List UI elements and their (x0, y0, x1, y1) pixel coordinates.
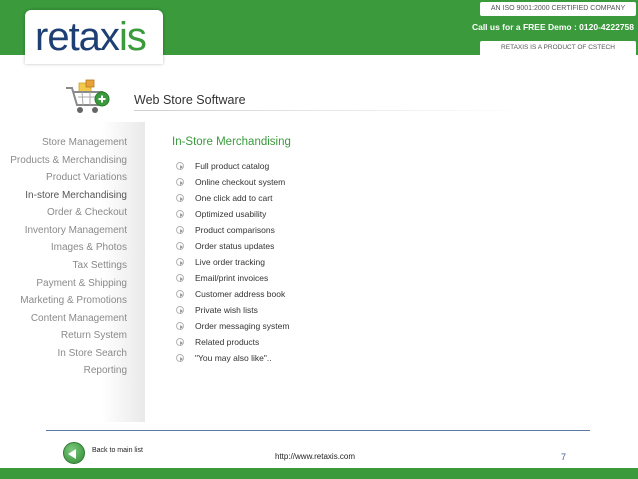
logo-text: retaxis (35, 15, 147, 59)
feature-item: Product comparisons (176, 222, 289, 238)
shopping-cart-add-icon (66, 79, 110, 113)
arrow-bullet-icon (176, 290, 184, 298)
arrow-left-icon (68, 449, 76, 459)
back-arrow-button[interactable] (63, 442, 85, 464)
website-url[interactable]: http://www.retaxis.com (275, 452, 355, 461)
feature-item: Order status updates (176, 238, 289, 254)
footer-divider (46, 430, 590, 431)
feature-item: Customer address book (176, 286, 289, 302)
sidebar-item-store-management[interactable]: Store Management (42, 137, 127, 148)
bottom-bar (0, 468, 638, 479)
sidebar-item-order-checkout[interactable]: Order & Checkout (47, 207, 127, 218)
iso-certification-label: AN ISO 9001:2000 CERTIFIED COMPANY (480, 2, 636, 16)
arrow-bullet-icon (176, 306, 184, 314)
sidebar-item-inventory-management[interactable]: Inventory Management (25, 225, 127, 236)
sidebar-item-tax-settings[interactable]: Tax Settings (73, 260, 127, 271)
arrow-bullet-icon (176, 178, 184, 186)
free-demo-phone: Call us for a FREE Demo : 0120-4222758 (471, 22, 634, 32)
page-title: Web Store Software (134, 93, 246, 107)
retaxis-logo[interactable]: retaxis (25, 10, 163, 64)
arrow-bullet-icon (176, 210, 184, 218)
feature-item: Optimized usability (176, 206, 289, 222)
section-title: In-Store Merchandising (172, 136, 291, 148)
sidebar-item-return-system[interactable]: Return System (61, 330, 127, 341)
title-divider (134, 110, 524, 111)
feature-item: Related products (176, 334, 289, 350)
back-to-main-list-link[interactable]: Back to main list (92, 447, 143, 454)
product-of-label: RETAXIS IS A PRODUCT OF CSTECH (480, 41, 636, 55)
arrow-bullet-icon (176, 338, 184, 346)
feature-item: "You may also like".. (176, 350, 289, 366)
feature-item: Private wish lists (176, 302, 289, 318)
arrow-bullet-icon (176, 194, 184, 202)
sidebar-item-products-merchandising[interactable]: Products & Merchandising (10, 155, 127, 166)
arrow-bullet-icon (176, 242, 184, 250)
sidebar-item-in-store-merchandising[interactable]: In-store Merchandising (25, 190, 127, 201)
sidebar-item-product-variations[interactable]: Product Variations (46, 172, 127, 183)
arrow-bullet-icon (176, 258, 184, 266)
feature-item: Full product catalog (176, 158, 289, 174)
feature-list: Full product catalog Online checkout sys… (176, 158, 289, 366)
arrow-bullet-icon (176, 322, 184, 330)
feature-item: Live order tracking (176, 254, 289, 270)
arrow-bullet-icon (176, 274, 184, 282)
feature-item: Order messaging system (176, 318, 289, 334)
sidebar-item-marketing-promotions[interactable]: Marketing & Promotions (20, 295, 127, 306)
sidebar-item-images-photos[interactable]: Images & Photos (51, 242, 127, 253)
sidebar-item-reporting[interactable]: Reporting (84, 365, 127, 376)
sidebar-nav: Store Management Products & Merchandisin… (0, 122, 145, 422)
header-bar: retaxis AN ISO 9001:2000 CERTIFIED COMPA… (0, 0, 638, 64)
sidebar-item-in-store-search[interactable]: In Store Search (58, 348, 127, 359)
arrow-bullet-icon (176, 354, 184, 362)
arrow-bullet-icon (176, 226, 184, 234)
sidebar-item-content-management[interactable]: Content Management (31, 313, 127, 324)
feature-item: Email/print invoices (176, 270, 289, 286)
feature-item: One click add to cart (176, 190, 289, 206)
sidebar-item-payment-shipping[interactable]: Payment & Shipping (36, 278, 127, 289)
arrow-bullet-icon (176, 162, 184, 170)
feature-item: Online checkout system (176, 174, 289, 190)
page-number: 7 (561, 452, 567, 462)
